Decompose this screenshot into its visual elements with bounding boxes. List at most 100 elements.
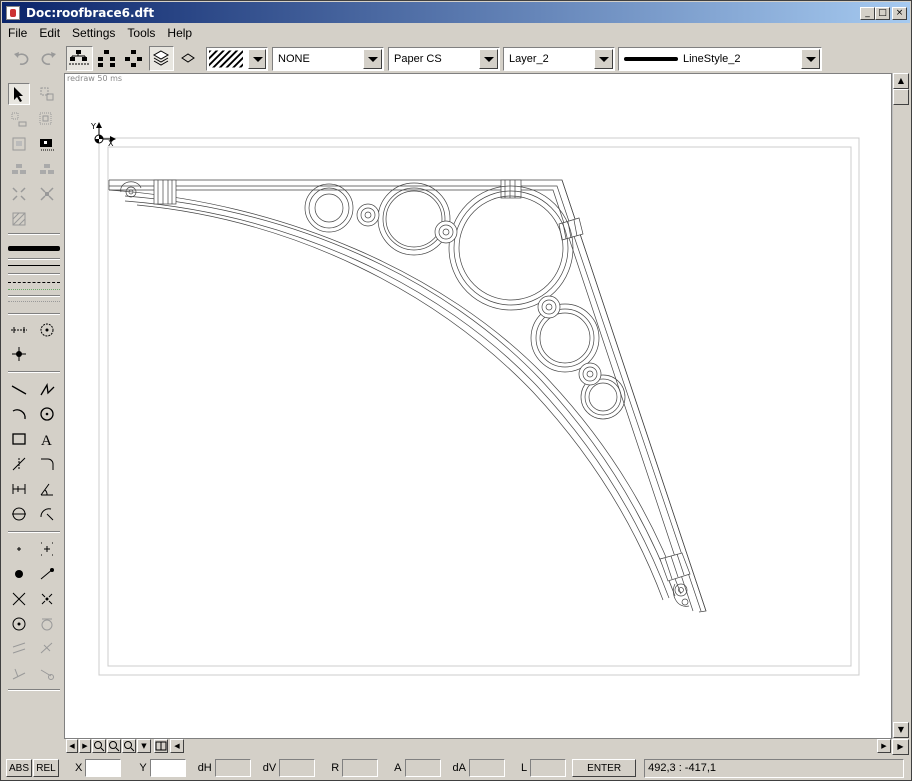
block-tool[interactable]: [8, 133, 30, 155]
hatch-dropdown-arrow[interactable]: [247, 49, 266, 69]
menu-file[interactable]: File: [2, 26, 33, 40]
group-tool[interactable]: [8, 109, 30, 131]
trim-tool[interactable]: [8, 453, 30, 475]
stack-up-tool[interactable]: [8, 159, 30, 181]
layers-toggle-button[interactable]: [149, 46, 174, 71]
dimension-diameter-tool[interactable]: [8, 503, 30, 525]
coordinate-system-combo[interactable]: Paper CS: [388, 47, 500, 71]
dimension-arc-tool[interactable]: [36, 503, 58, 525]
minimize-button[interactable]: _: [860, 7, 875, 20]
redo-button[interactable]: [36, 46, 60, 71]
fillet-tool[interactable]: [36, 453, 58, 475]
close-button[interactable]: ×: [892, 7, 907, 20]
hierarchy-tool-3[interactable]: [121, 46, 147, 71]
rectangle-tool[interactable]: [8, 428, 30, 450]
drawing-canvas[interactable]: redraw 50 ms Y X: [64, 73, 892, 739]
zoom-window-button[interactable]: [122, 739, 136, 753]
fill-combo[interactable]: NONE: [272, 47, 384, 71]
snap-intersection-tool[interactable]: [8, 588, 30, 610]
fill-toggle-button[interactable]: [176, 46, 202, 71]
insert-block-tool[interactable]: [36, 133, 58, 155]
polyline-icon: [40, 383, 55, 396]
current-line-dotted-swatch[interactable]: [8, 289, 60, 290]
hierarchy-tool-1[interactable]: [66, 46, 93, 71]
snap-parallel-tool[interactable]: [8, 637, 30, 659]
menu-edit[interactable]: Edit: [33, 26, 66, 40]
linestyle-combo[interactable]: LineStyle_2: [618, 47, 822, 71]
java-app-icon: [6, 5, 20, 20]
explode-tool[interactable]: [8, 183, 30, 205]
layer-dropdown-arrow[interactable]: [594, 49, 613, 69]
scroll-down-arrow[interactable]: ▼: [893, 722, 909, 738]
maximize-button[interactable]: □: [875, 7, 890, 20]
arc-tool[interactable]: [8, 403, 30, 425]
polyline-tool[interactable]: [36, 379, 58, 401]
dv-input[interactable]: [279, 759, 316, 777]
layer-combo[interactable]: Layer_2: [503, 47, 615, 71]
snap-perpendicular-tool[interactable]: [36, 637, 58, 659]
snap-endpoint-tool[interactable]: [8, 563, 30, 585]
vertical-scrollbar[interactable]: ▲ ▼: [892, 73, 909, 739]
snap-tangent-tool[interactable]: [36, 613, 58, 635]
window-title: Doc:roofbrace6.dft: [26, 5, 155, 20]
zoom-out-button[interactable]: [107, 739, 121, 753]
abs-toggle-button[interactable]: ABS: [6, 759, 32, 777]
snap-center-tool[interactable]: [36, 588, 58, 610]
hierarchy-tool-2[interactable]: [94, 46, 120, 71]
dimension-angle-tool[interactable]: [36, 478, 58, 500]
zoom-prev-button[interactable]: ◀: [66, 739, 78, 753]
snap-point-tool[interactable]: [8, 343, 30, 365]
da-input[interactable]: [468, 759, 505, 777]
hscroll-right-arrow[interactable]: ▶: [877, 739, 891, 753]
x-input[interactable]: [85, 759, 122, 777]
dimension-linear-tool[interactable]: [8, 319, 30, 341]
l-input[interactable]: [530, 759, 567, 777]
select-window-tool[interactable]: [36, 83, 58, 105]
current-line-thin-swatch[interactable]: [8, 265, 60, 266]
rel-toggle-button[interactable]: REL: [33, 759, 59, 777]
select-tool[interactable]: [8, 83, 30, 105]
implode-tool[interactable]: [36, 183, 58, 205]
hscroll-left-arrow[interactable]: ◀: [170, 739, 184, 753]
layer-combo-value: Layer_2: [509, 53, 549, 65]
snap-on-entity-tool[interactable]: [36, 563, 58, 585]
enter-button[interactable]: ENTER: [572, 759, 637, 777]
current-linestyle-swatch[interactable]: [8, 246, 60, 251]
zoom-dropdown-button[interactable]: ▼: [137, 739, 151, 753]
scroll-thumb[interactable]: [893, 89, 909, 105]
current-line-grey-swatch[interactable]: [8, 301, 60, 302]
corner-resize-button[interactable]: ▶: [892, 739, 909, 755]
snap-free-tool[interactable]: [8, 538, 30, 560]
line-tool[interactable]: [8, 379, 30, 401]
cs-dropdown-arrow[interactable]: [479, 49, 498, 69]
snap-relative-tool[interactable]: [36, 663, 58, 685]
snap-circle-center-tool[interactable]: [8, 613, 30, 635]
current-line-dashed-swatch[interactable]: [8, 282, 60, 283]
dimension-horizontal-tool[interactable]: [8, 478, 30, 500]
split-view-button[interactable]: [154, 739, 168, 753]
hatch-tool[interactable]: [8, 208, 30, 230]
menu-settings[interactable]: Settings: [66, 26, 121, 40]
scroll-up-arrow[interactable]: ▲: [893, 73, 909, 89]
dimension-radius-tool[interactable]: [36, 319, 58, 341]
circle-tool[interactable]: [36, 403, 58, 425]
r-input[interactable]: [342, 759, 379, 777]
a-input[interactable]: [404, 759, 441, 777]
undo-button[interactable]: [10, 46, 34, 71]
menu-tools[interactable]: Tools: [121, 26, 161, 40]
menu-help[interactable]: Help: [161, 26, 198, 40]
zoom-in-button[interactable]: [92, 739, 106, 753]
snap-grid-tool[interactable]: [36, 538, 58, 560]
separator: [8, 233, 60, 235]
text-tool[interactable]: A: [36, 428, 58, 450]
zoom-next-button[interactable]: ▶: [79, 739, 91, 753]
trim-icon: [12, 457, 26, 471]
hatch-combo[interactable]: [206, 47, 268, 71]
stack-down-tool[interactable]: [36, 159, 58, 181]
dh-input[interactable]: [214, 759, 251, 777]
linestyle-dropdown-arrow[interactable]: [801, 49, 820, 69]
snap-angle-tool[interactable]: [8, 663, 30, 685]
ungroup-tool[interactable]: [36, 109, 58, 131]
fill-dropdown-arrow[interactable]: [363, 49, 382, 69]
y-input[interactable]: [149, 759, 186, 777]
